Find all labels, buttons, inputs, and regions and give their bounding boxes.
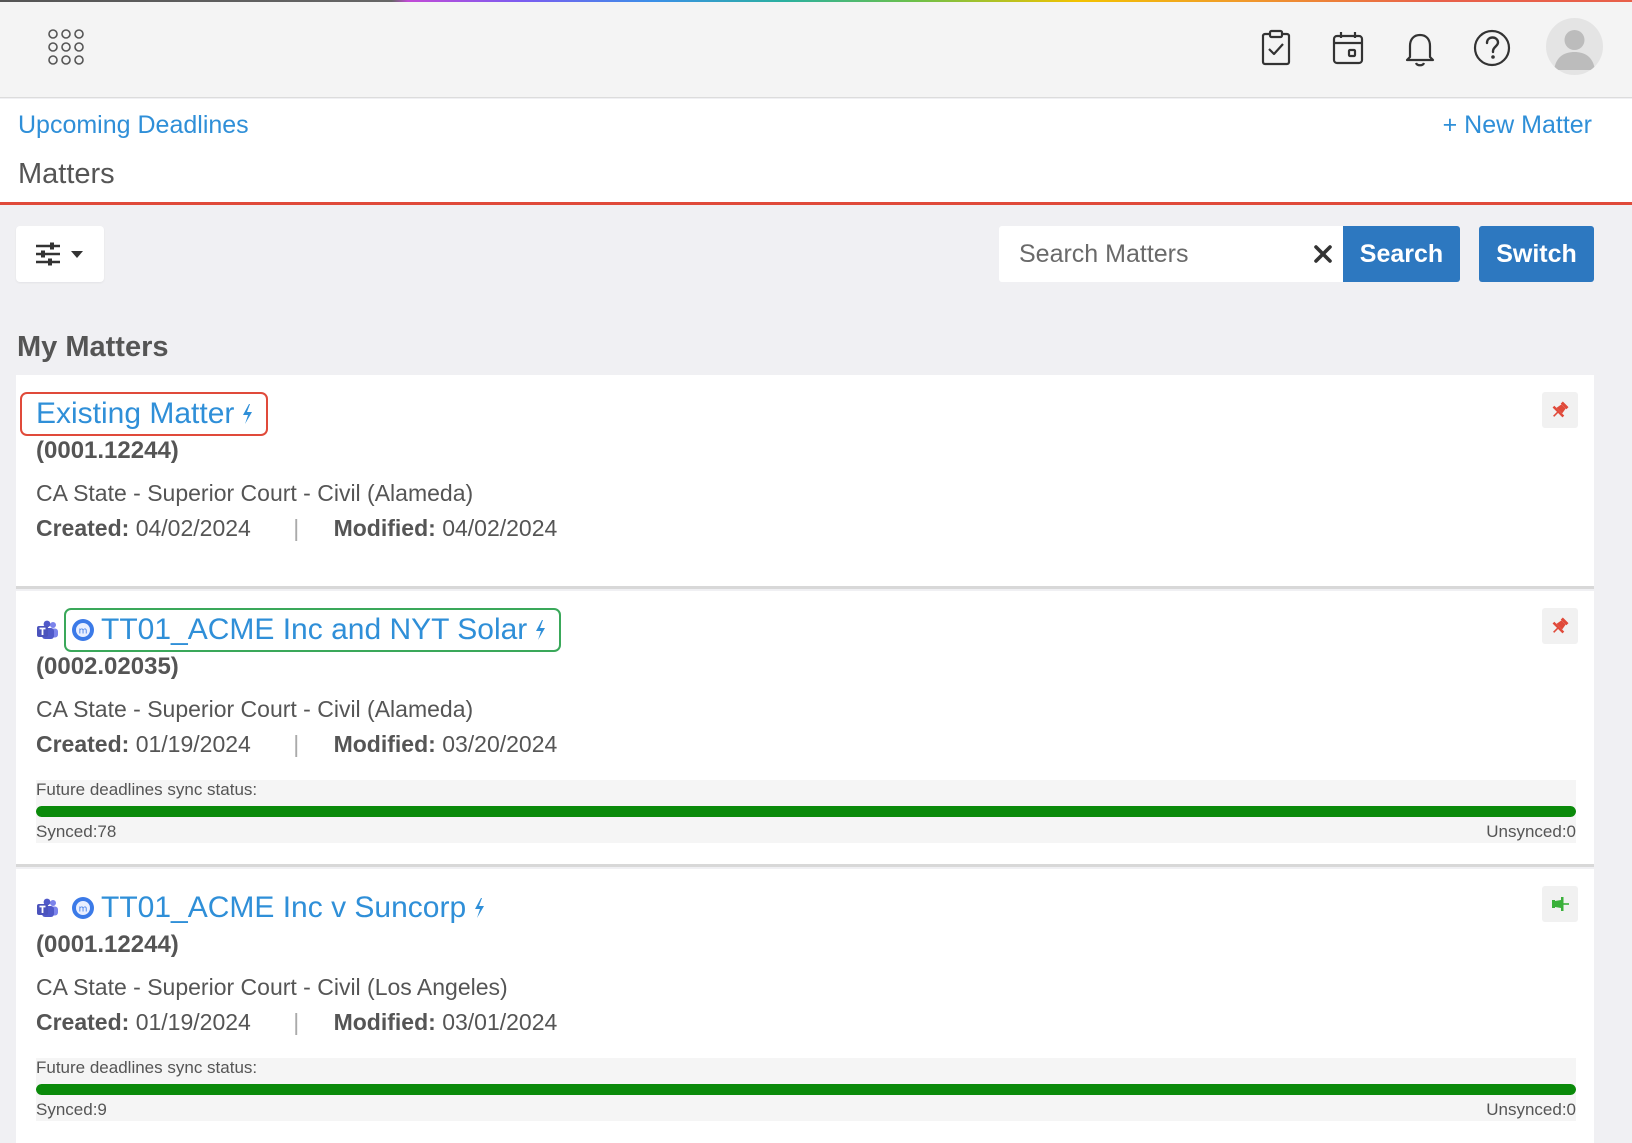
user-avatar[interactable]	[1546, 18, 1603, 75]
sliders-filter-icon	[36, 242, 83, 266]
created-date: 01/19/2024	[135, 731, 251, 757]
pin-icon	[1552, 617, 1569, 634]
svg-text:m: m	[79, 627, 88, 637]
matter-title-row: m TT01_ACME Inc v Suncorp	[36, 886, 500, 930]
sync-progress-bar	[36, 1084, 1576, 1095]
lightning-bolt-icon	[243, 404, 253, 424]
teams-icon	[37, 620, 58, 639]
search-button[interactable]: Search	[1343, 226, 1460, 282]
unsynced-count: Unsynced:0	[1486, 1100, 1576, 1119]
caret-down-icon	[71, 251, 83, 258]
modified-label: Modified:	[333, 515, 436, 541]
apps-grid-icon[interactable]	[47, 28, 87, 68]
modified-label: Modified:	[333, 1009, 436, 1035]
matter-card: m TT01_ACME Inc v Suncorp (0001.12244) C…	[16, 869, 1594, 1143]
clear-search-icon[interactable]	[1311, 242, 1335, 266]
pin-icon	[1552, 401, 1569, 418]
modified-label: Modified:	[333, 731, 436, 757]
lightning-bolt-icon	[475, 898, 485, 918]
matter-title-row: Existing Matter	[20, 392, 269, 436]
teams-icon	[37, 898, 58, 917]
modified-date: 03/01/2024	[442, 1009, 558, 1035]
matter-title-row: m TT01_ACME Inc and NYT Solar	[36, 608, 562, 652]
sync-progress-bar	[36, 806, 1576, 817]
m-circle-icon: m	[72, 897, 94, 919]
created-date: 04/02/2024	[135, 515, 251, 541]
unsynced-count: Unsynced:0	[1486, 822, 1576, 841]
sync-status-label: Future deadlines sync status:	[36, 1058, 258, 1077]
sync-status: Future deadlines sync status: Synced:9 U…	[36, 1058, 1576, 1121]
court-name: CA State - Superior Court - Civil (Alame…	[36, 696, 474, 722]
sync-status-label: Future deadlines sync status:	[36, 780, 258, 799]
bell-icon[interactable]	[1400, 28, 1440, 68]
sync-progress-fill	[36, 806, 1576, 817]
svg-text:m: m	[79, 905, 88, 915]
lightning-bolt-icon	[536, 620, 546, 640]
matter-number: (0001.12244)	[36, 931, 179, 958]
matter-title-link[interactable]: Existing Matter	[36, 397, 234, 431]
sync-status: Future deadlines sync status: Synced:78 …	[36, 780, 1576, 843]
matter-title-link[interactable]: TT01_ACME Inc v Suncorp	[101, 891, 466, 925]
section-title: My Matters	[17, 331, 169, 363]
page-title: Matters	[18, 158, 115, 190]
new-matter-link[interactable]: + New Matter	[1443, 111, 1592, 140]
synced-count: Synced:78	[36, 822, 117, 841]
matter-card: m TT01_ACME Inc and NYT Solar (0002.0203…	[16, 591, 1594, 867]
date-separator: |	[293, 515, 300, 541]
tasks-clipboard-icon[interactable]	[1256, 28, 1296, 68]
court-name: CA State - Superior Court - Civil (Alame…	[36, 480, 474, 506]
search-input[interactable]	[999, 226, 1299, 282]
matter-number: (0001.12244)	[36, 437, 179, 464]
created-date: 01/19/2024	[135, 1009, 251, 1035]
date-separator: |	[293, 731, 300, 757]
help-icon[interactable]	[1472, 28, 1512, 68]
pin-button[interactable]	[1542, 608, 1578, 644]
top-navigation-bar	[0, 2, 1632, 98]
calendar-icon[interactable]	[1328, 28, 1368, 68]
pin-button[interactable]	[1542, 886, 1578, 922]
synced-count: Synced:9	[36, 1100, 107, 1119]
matter-dates: Created: 01/19/2024 | Modified: 03/20/20…	[36, 731, 557, 758]
matter-number: (0002.02035)	[36, 653, 179, 680]
created-label: Created:	[36, 515, 130, 541]
matter-dates: Created: 04/02/2024 | Modified: 04/02/20…	[36, 515, 557, 542]
matter-title-link[interactable]: TT01_ACME Inc and NYT Solar	[101, 613, 527, 647]
matter-card: Existing Matter (0001.12244) CA State - …	[16, 375, 1594, 589]
upcoming-deadlines-link[interactable]: Upcoming Deadlines	[18, 111, 249, 140]
m-circle-icon: m	[72, 619, 94, 641]
search-box	[999, 226, 1343, 282]
matter-title-wrapper: m TT01_ACME Inc v Suncorp	[64, 886, 500, 930]
matter-title-highlight: Existing Matter	[20, 392, 269, 436]
created-label: Created:	[36, 1009, 130, 1035]
switch-button[interactable]: Switch	[1479, 226, 1594, 282]
matter-dates: Created: 01/19/2024 | Modified: 03/01/20…	[36, 1009, 557, 1036]
filter-dropdown-button[interactable]	[16, 226, 104, 282]
matter-title-highlight: m TT01_ACME Inc and NYT Solar	[64, 608, 562, 652]
page-header: Upcoming Deadlines Matters + New Matter	[0, 99, 1632, 205]
court-name: CA State - Superior Court - Civil (Los A…	[36, 974, 508, 1000]
user-silhouette-icon	[1554, 30, 1595, 70]
sync-progress-fill	[36, 1084, 1576, 1095]
pin-icon	[1552, 897, 1569, 911]
modified-date: 03/20/2024	[442, 731, 558, 757]
date-separator: |	[293, 1009, 300, 1035]
created-label: Created:	[36, 731, 130, 757]
pin-button[interactable]	[1542, 392, 1578, 428]
modified-date: 04/02/2024	[442, 515, 558, 541]
